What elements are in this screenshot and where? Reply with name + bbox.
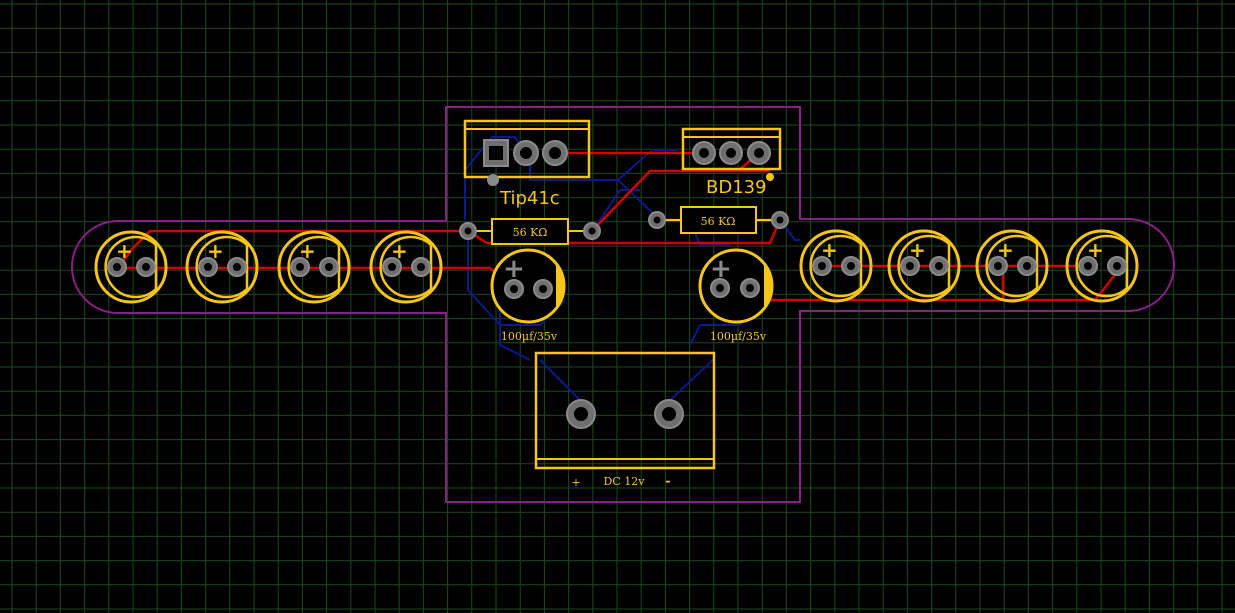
bd139-pin1-marker bbox=[766, 173, 774, 181]
resistor-r2[interactable]: 56 KΩ bbox=[648, 206, 789, 234]
led-pad-hole bbox=[388, 263, 396, 271]
bd139-pad-2-hole bbox=[726, 148, 736, 158]
tip41c-pin1-marker bbox=[487, 174, 499, 186]
led-pad-hole bbox=[1023, 262, 1031, 270]
dc-connector-outline bbox=[534, 351, 716, 470]
led-pad-hole bbox=[1084, 262, 1092, 270]
c2-pad-2-hole bbox=[746, 284, 754, 292]
bd139-label: BD139 bbox=[706, 177, 767, 198]
r1-value: 56 KΩ bbox=[513, 226, 548, 239]
led-pad-hole bbox=[142, 263, 150, 271]
transistor-tip41c[interactable]: Tip41c bbox=[463, 119, 591, 209]
pcb-layout-canvas: + + + + + + + + Tip41c BD139 56 KΩ 56 KΩ… bbox=[0, 0, 1235, 613]
led-pad-hole bbox=[204, 263, 212, 271]
led-pad-hole bbox=[113, 263, 121, 271]
c1-value: 100µf/35v bbox=[501, 330, 558, 343]
dc-connector-pad-plus-hole bbox=[574, 407, 588, 421]
led-pad-hole bbox=[296, 263, 304, 271]
led-pad-hole bbox=[994, 262, 1002, 270]
dc-plus-label: + bbox=[571, 476, 580, 489]
r2-pad-1-hole bbox=[653, 216, 661, 224]
transistor-bd139[interactable]: BD139 bbox=[681, 127, 782, 198]
tip41c-pad-2-hole bbox=[520, 147, 532, 159]
r1-pad-2-hole bbox=[588, 227, 596, 235]
top-copper-traces bbox=[117, 151, 1123, 302]
dc-minus-label: - bbox=[665, 474, 670, 489]
c1-pad-2-hole bbox=[539, 285, 547, 293]
dc-power-connector[interactable]: + DC 12v - bbox=[534, 351, 716, 489]
bd139-pad-3-hole bbox=[754, 148, 764, 158]
tip41c-pad-3-hole bbox=[549, 147, 561, 159]
tip41c-pad-1-hole bbox=[489, 146, 503, 160]
grid-lines bbox=[0, 0, 1235, 613]
dc-connector-label: DC 12v bbox=[604, 475, 646, 488]
r1-pad-1-hole bbox=[464, 227, 472, 235]
c2-value: 100µf/35v bbox=[710, 330, 767, 343]
tip41c-label: Tip41c bbox=[499, 188, 560, 209]
r2-pad-2-hole bbox=[776, 216, 784, 224]
led-pad-hole bbox=[847, 262, 855, 270]
led-pad-hole bbox=[233, 263, 241, 271]
bd139-pad-1-hole bbox=[699, 148, 709, 158]
c2-pad-1-hole bbox=[716, 284, 724, 292]
capacitor-c2[interactable]: + 100µf/35v bbox=[698, 248, 774, 343]
led-pad-hole bbox=[325, 263, 333, 271]
board-outline bbox=[71, 106, 1175, 503]
led-pad-hole bbox=[906, 262, 914, 270]
led-pad-hole bbox=[818, 262, 826, 270]
c1-pad-1-hole bbox=[510, 285, 518, 293]
dc-connector-pad-minus-hole bbox=[662, 407, 676, 421]
capacitor-c1[interactable]: + 100µf/35v bbox=[490, 248, 566, 343]
r2-value: 56 KΩ bbox=[701, 215, 736, 228]
led-pad-hole bbox=[935, 262, 943, 270]
led-pad-hole bbox=[1113, 262, 1121, 270]
led-pad-hole bbox=[417, 263, 425, 271]
